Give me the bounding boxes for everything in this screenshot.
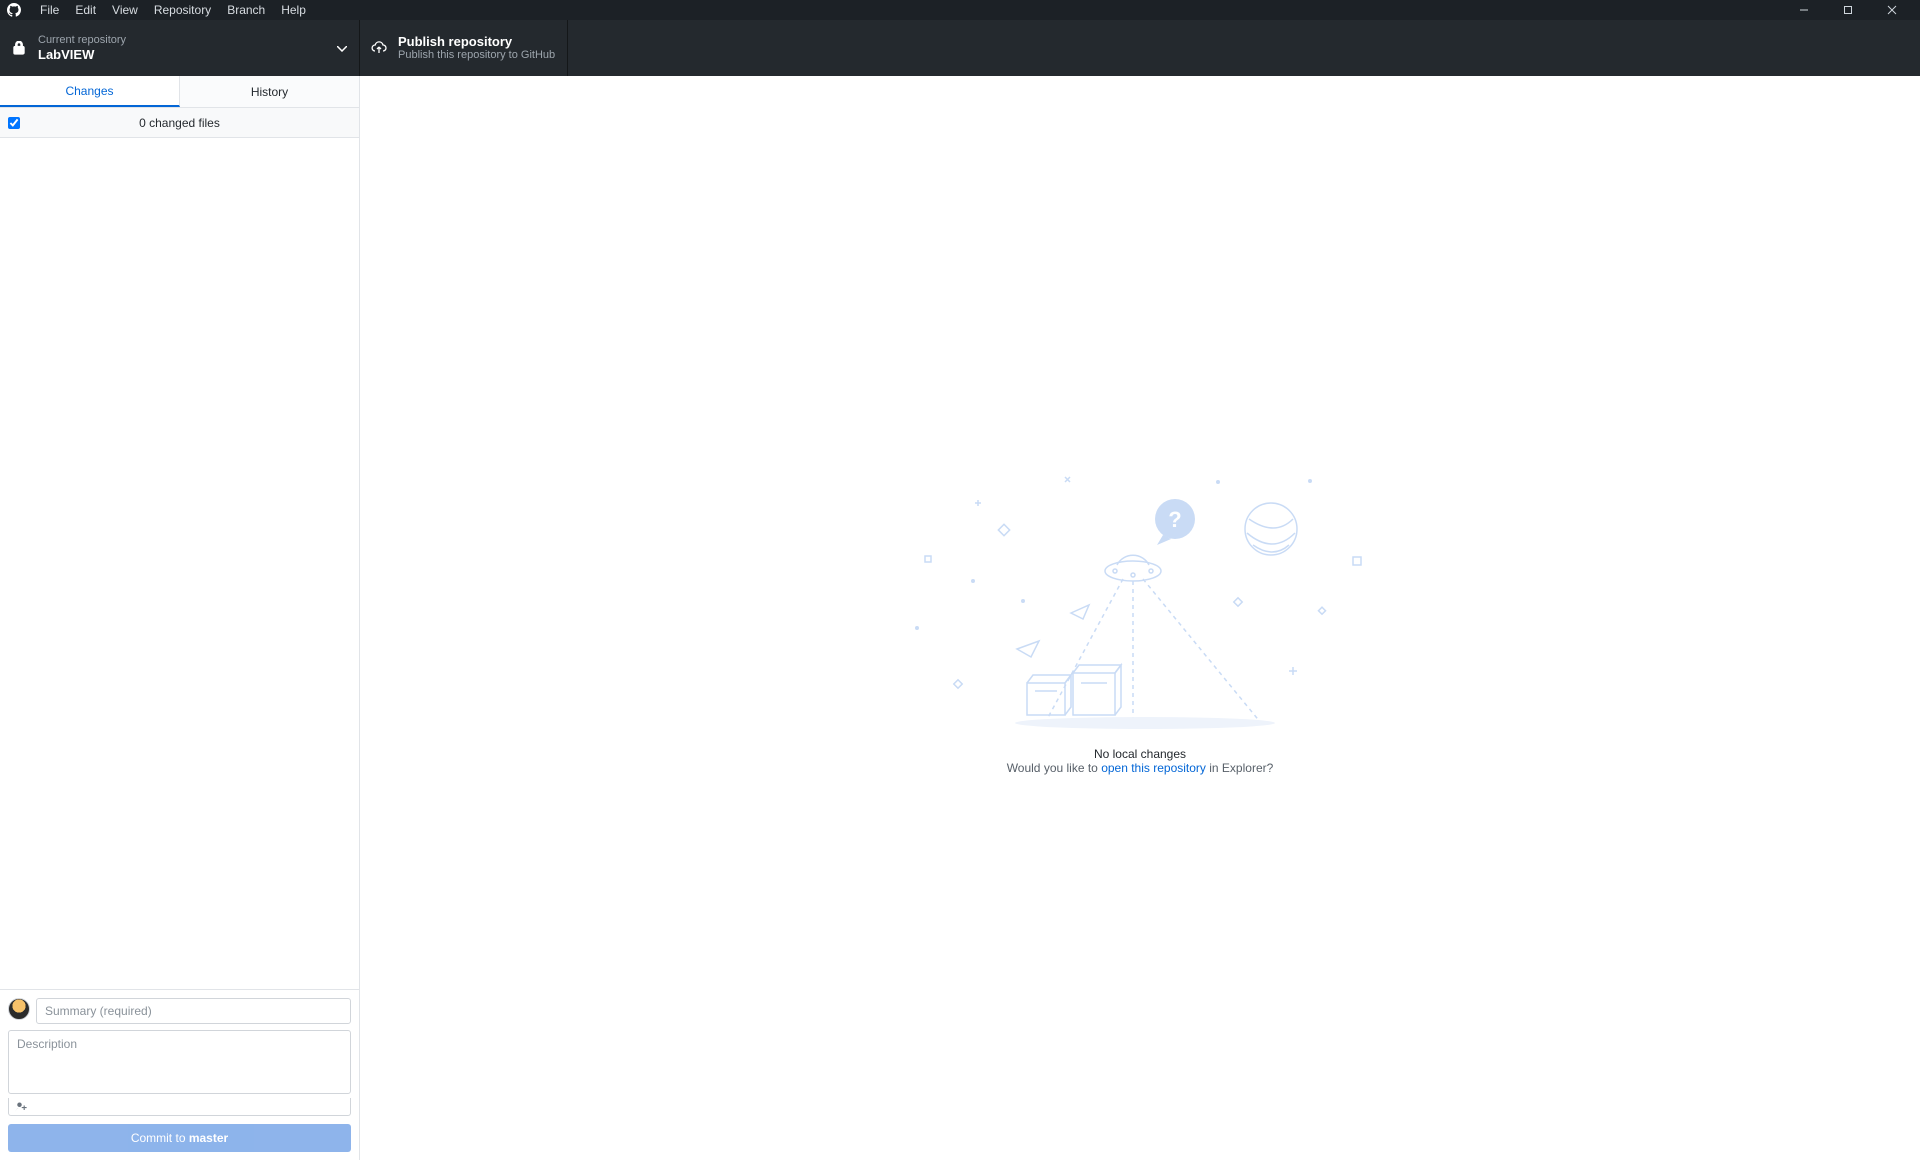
publish-subtitle: Publish this repository to GitHub <box>398 49 555 62</box>
repo-label: Current repository <box>38 34 126 47</box>
sidebar: Changes History 0 changed files Commit t… <box>0 76 360 1160</box>
main: Changes History 0 changed files Commit t… <box>0 76 1920 1160</box>
repo-name: LabVIEW <box>38 47 126 63</box>
empty-state-text: No local changes Would you like to open … <box>1007 747 1274 775</box>
changed-files-header: 0 changed files <box>0 108 359 138</box>
menu-file[interactable]: File <box>32 1 67 19</box>
window-controls <box>1782 0 1914 20</box>
avatar <box>8 998 30 1020</box>
tab-history[interactable]: History <box>180 76 359 107</box>
menu-edit[interactable]: Edit <box>67 1 104 19</box>
commit-button[interactable]: Commit to master <box>8 1124 351 1152</box>
commit-button-prefix: Commit to <box>131 1131 189 1145</box>
chevron-down-icon <box>337 39 347 57</box>
select-all-checkbox[interactable] <box>8 117 20 129</box>
empty-illustration: ? <box>905 461 1375 741</box>
svg-text:?: ? <box>1168 507 1181 532</box>
empty-suffix: in Explorer? <box>1206 761 1273 775</box>
menu-branch[interactable]: Branch <box>219 1 273 19</box>
toolbar: Current repository LabVIEW Publish repos… <box>0 20 1920 76</box>
github-logo-icon <box>6 2 22 18</box>
maximize-button[interactable] <box>1826 0 1870 20</box>
titlebar: File Edit View Repository Branch Help <box>0 0 1920 20</box>
commit-button-branch: master <box>189 1131 228 1145</box>
commit-description-input[interactable] <box>8 1030 351 1094</box>
close-button[interactable] <box>1870 0 1914 20</box>
commit-summary-input[interactable] <box>36 998 351 1024</box>
menu-help[interactable]: Help <box>273 1 314 19</box>
open-repository-link[interactable]: open this repository <box>1101 761 1206 775</box>
minimize-button[interactable] <box>1782 0 1826 20</box>
publish-repository-button[interactable]: Publish repository Publish this reposito… <box>360 20 568 76</box>
tab-changes[interactable]: Changes <box>0 76 180 107</box>
menu-repository[interactable]: Repository <box>146 1 219 19</box>
changed-files-list <box>0 138 359 989</box>
commit-panel: Commit to master <box>0 989 359 1160</box>
menu-bar: File Edit View Repository Branch Help <box>32 1 314 19</box>
changed-files-count: 0 changed files <box>139 116 220 130</box>
menu-view[interactable]: View <box>104 1 146 19</box>
publish-title: Publish repository <box>398 34 555 50</box>
add-coauthor-button[interactable] <box>8 1098 351 1116</box>
cloud-upload-icon <box>370 39 388 57</box>
empty-prefix: Would you like to <box>1007 761 1102 775</box>
current-repository-selector[interactable]: Current repository LabVIEW <box>0 20 360 76</box>
empty-title: No local changes <box>1007 747 1274 761</box>
sidebar-tabs: Changes History <box>0 76 359 108</box>
lock-icon <box>10 39 28 57</box>
content-area: ? <box>360 76 1920 1160</box>
